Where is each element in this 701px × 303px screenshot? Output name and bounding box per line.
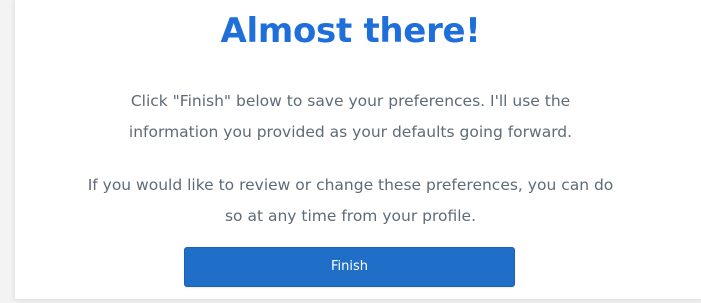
- review-instructions-line-2: so at any time from your profile.: [224, 207, 477, 225]
- save-instructions-line-2: information you provided as your default…: [128, 123, 573, 141]
- review-instructions: If you would like to review or change th…: [0, 170, 701, 232]
- finish-button[interactable]: Finish: [184, 247, 515, 287]
- save-instructions: Click "Finish" below to save your prefer…: [0, 86, 701, 148]
- review-instructions-line-1: If you would like to review or change th…: [87, 176, 614, 194]
- page-title: Almost there!: [220, 11, 481, 51]
- save-instructions-line-1: Click "Finish" below to save your prefer…: [130, 92, 571, 110]
